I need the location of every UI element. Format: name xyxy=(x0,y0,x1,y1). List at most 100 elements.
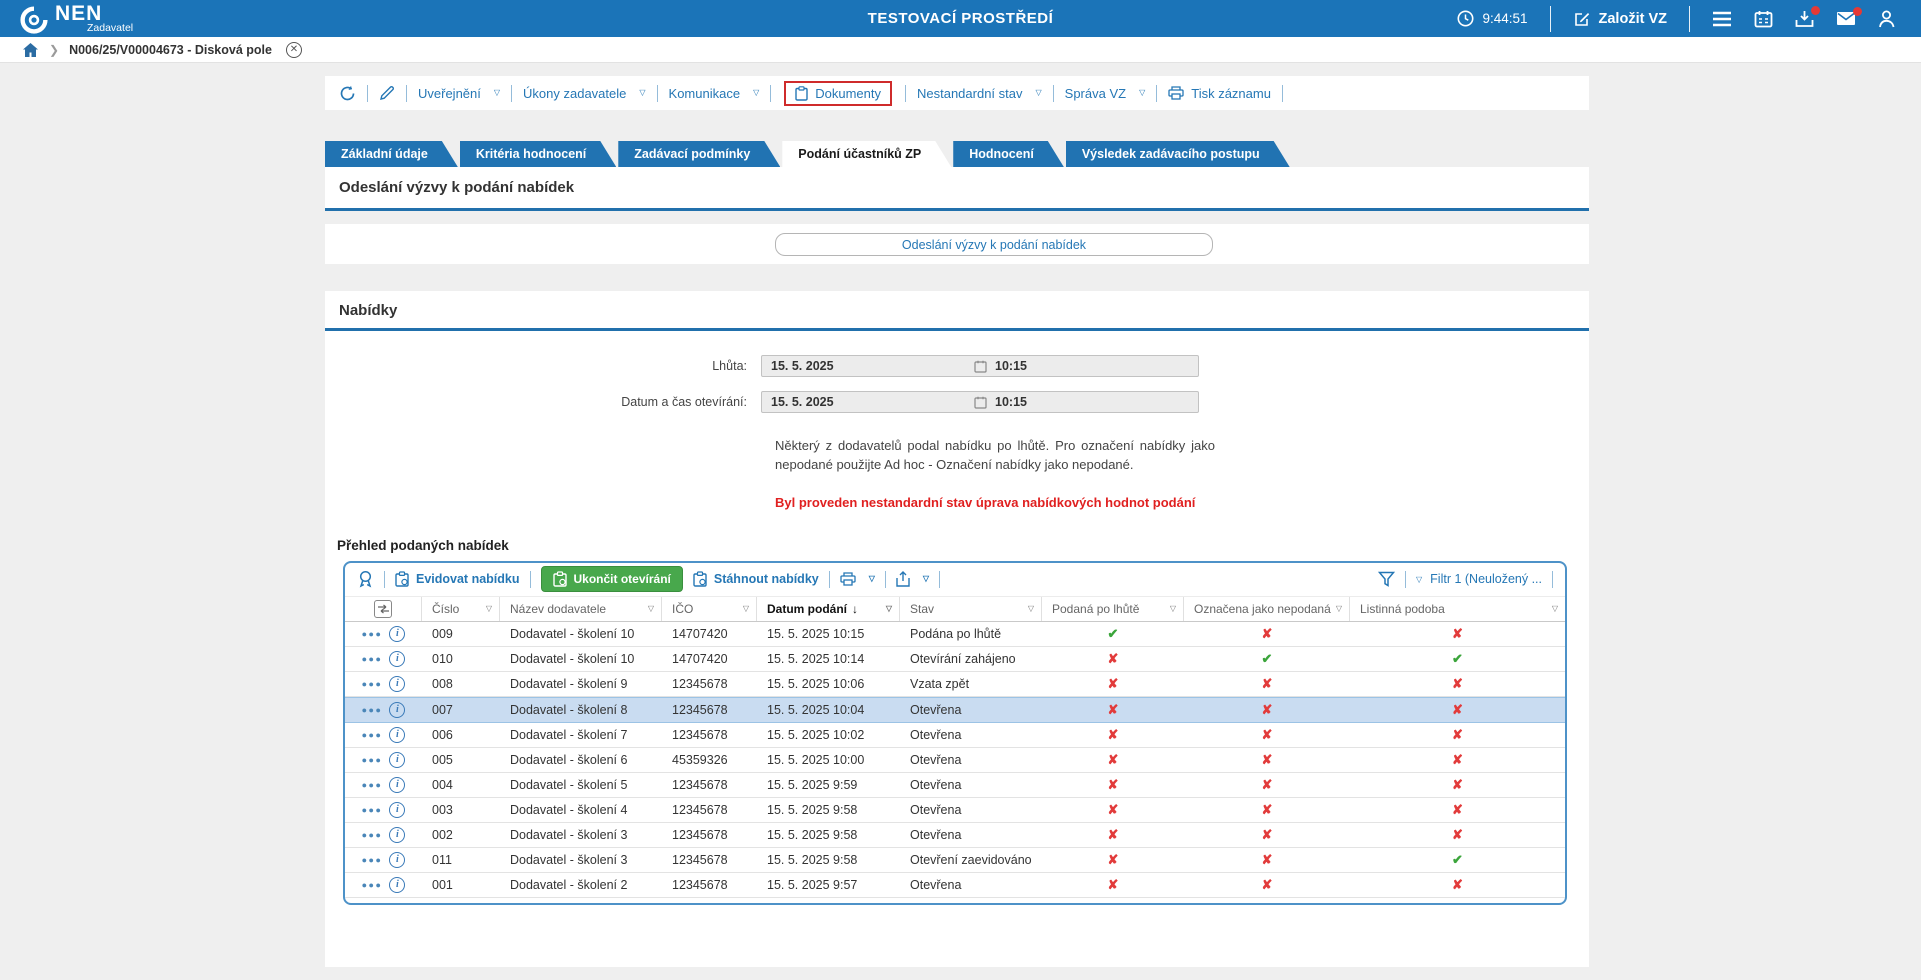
table-row[interactable]: ●●● i 011 Dodavatel - školení 3 12345678… xyxy=(345,848,1565,873)
toolbar-item-dokumenty[interactable]: Dokumenty xyxy=(784,81,892,106)
medal-icon[interactable] xyxy=(357,570,374,588)
row-menu-icon[interactable]: ●●● xyxy=(362,654,383,664)
calendar-icon[interactable] xyxy=(1754,10,1773,28)
otevirani-datetime-input[interactable]: 15. 5. 2025 10:15 xyxy=(761,391,1199,413)
info-icon[interactable]: i xyxy=(389,802,405,818)
row-actions: ●●● i xyxy=(345,827,422,843)
cell-listinna-podoba: ✘ xyxy=(1350,752,1565,768)
column-header-listinna-podoba[interactable]: Listinná podoba▽ xyxy=(1350,597,1565,621)
row-menu-icon[interactable]: ●●● xyxy=(362,780,383,790)
print-table-button[interactable] xyxy=(840,572,875,586)
column-header-stav[interactable]: Stav▽ xyxy=(900,597,1042,621)
info-icon[interactable]: i xyxy=(389,676,405,692)
filter-triangle-icon[interactable]: ▽ xyxy=(1552,604,1558,613)
create-vz-button[interactable]: Založit VZ xyxy=(1573,10,1667,28)
row-menu-icon[interactable]: ●●● xyxy=(362,805,383,815)
info-icon[interactable]: i xyxy=(389,727,405,743)
table-row[interactable]: ●●● i 010 Dodavatel - školení 10 1470742… xyxy=(345,647,1565,672)
info-icon[interactable]: i xyxy=(389,777,405,793)
filter-triangle-icon[interactable]: ▽ xyxy=(1336,604,1342,613)
column-header-podana-po-lhute[interactable]: Podaná po lhůtě▽ xyxy=(1042,597,1184,621)
cell-podana-po-lhute: ✔ xyxy=(1042,626,1184,642)
row-menu-icon[interactable]: ●●● xyxy=(362,880,383,890)
tab-hodnoceni[interactable]: Hodnocení xyxy=(953,141,1064,167)
refresh-icon[interactable] xyxy=(339,85,356,102)
ukoncit-otevirani-button[interactable]: Ukončit otevírání xyxy=(541,566,683,592)
cell-ico: 12345678 xyxy=(662,728,757,742)
close-icon[interactable]: ✕ xyxy=(286,42,302,58)
info-icon[interactable]: i xyxy=(389,626,405,642)
toolbar-item-uverejneni[interactable]: Uveřejnění xyxy=(418,86,500,101)
clipboard-plus-icon xyxy=(395,571,409,587)
table-row[interactable]: ●●● i 005 Dodavatel - školení 6 45359326… xyxy=(345,748,1565,773)
odeslani-vyzvy-button[interactable]: Odeslání výzvy k podání nabídek xyxy=(775,233,1213,256)
calendar-icon xyxy=(974,360,987,373)
cell-listinna-podoba: ✔ xyxy=(1350,852,1565,868)
row-menu-icon[interactable]: ●●● xyxy=(362,679,383,689)
row-menu-icon[interactable]: ●●● xyxy=(362,830,383,840)
evidovat-nabidku-button[interactable]: Evidovat nabídku xyxy=(395,571,520,587)
info-icon[interactable]: i xyxy=(389,852,405,868)
mail-icon[interactable] xyxy=(1836,11,1856,26)
row-menu-icon[interactable]: ●●● xyxy=(362,705,383,715)
cell-datum-podani: 15. 5. 2025 9:58 xyxy=(757,828,900,842)
column-header-ico[interactable]: IČO▽ xyxy=(662,597,757,621)
row-menu-icon[interactable]: ●●● xyxy=(362,730,383,740)
stahnout-nabidky-button[interactable]: Stáhnout nabídky xyxy=(693,571,819,587)
row-menu-icon[interactable]: ●●● xyxy=(362,855,383,865)
tab-bar: Základní údaje Kritéria hodnocení Zadáva… xyxy=(325,141,1589,167)
tab-podani-ucastniku-zp[interactable]: Podání účastníků ZP xyxy=(782,141,951,167)
filter-triangle-icon[interactable]: ▽ xyxy=(486,604,492,613)
filter-triangle-icon[interactable]: ▽ xyxy=(648,604,654,613)
filter-triangle-icon[interactable]: ▽ xyxy=(743,604,749,613)
clock-time: 9:44:51 xyxy=(1482,11,1527,26)
info-icon[interactable]: i xyxy=(389,877,405,893)
filter-funnel-icon[interactable] xyxy=(1378,571,1395,587)
tab-kriteria-hodnoceni[interactable]: Kritéria hodnocení xyxy=(460,141,616,167)
column-settings-button[interactable] xyxy=(345,597,422,621)
info-icon[interactable]: i xyxy=(389,651,405,667)
table-row[interactable]: ●●● i 001 Dodavatel - školení 2 12345678… xyxy=(345,873,1565,898)
cell-podana-po-lhute: ✘ xyxy=(1042,651,1184,667)
table-row[interactable]: ●●● i 006 Dodavatel - školení 7 12345678… xyxy=(345,723,1565,748)
filter-triangle-icon[interactable]: ▽ xyxy=(1170,604,1176,613)
table-row[interactable]: ●●● i 004 Dodavatel - školení 5 12345678… xyxy=(345,773,1565,798)
user-icon[interactable] xyxy=(1878,10,1895,28)
nen-logo[interactable]: NEN Zadavatel xyxy=(20,3,133,34)
table-row[interactable]: ●●● i 009 Dodavatel - školení 10 1470742… xyxy=(345,622,1565,647)
inbox-icon[interactable] xyxy=(1795,10,1814,28)
section-vyzva-body: Odeslání výzvy k podání nabídek xyxy=(325,224,1589,264)
info-icon[interactable]: i xyxy=(389,827,405,843)
toolbar-item-tisk-zaznamu[interactable]: Tisk záznamu xyxy=(1168,86,1271,101)
tab-zadavaci-podminky[interactable]: Zadávací podmínky xyxy=(618,141,780,167)
column-header-cislo[interactable]: Číslo▽ xyxy=(422,597,500,621)
menu-icon[interactable] xyxy=(1712,11,1732,27)
cell-nazev-dodavatele: Dodavatel - školení 9 xyxy=(500,677,662,691)
export-button[interactable] xyxy=(896,571,929,587)
column-header-oznacena-jako-nepodana[interactable]: Označena jako nepodaná▽ xyxy=(1184,597,1350,621)
cell-datum-podani: 15. 5. 2025 10:02 xyxy=(757,728,900,742)
edit-icon[interactable] xyxy=(379,85,395,101)
row-menu-icon[interactable]: ●●● xyxy=(362,755,383,765)
filter-triangle-icon[interactable]: ▽ xyxy=(886,604,892,613)
info-icon[interactable]: i xyxy=(389,752,405,768)
toolbar-separator xyxy=(367,85,368,102)
tab-vysledek-zadavaciho-postupu[interactable]: Výsledek zadávacího postupu xyxy=(1066,141,1290,167)
toolbar-item-komunikace[interactable]: Komunikace xyxy=(669,86,760,101)
toolbar-item-nestandardni-stav[interactable]: Nestandardní stav xyxy=(917,86,1042,101)
tab-zakladni-udaje[interactable]: Základní údaje xyxy=(325,141,458,167)
toolbar-item-sprava-vz[interactable]: Správa VZ xyxy=(1065,86,1146,101)
home-icon[interactable] xyxy=(22,42,39,58)
table-row[interactable]: ●●● i 008 Dodavatel - školení 9 12345678… xyxy=(345,672,1565,697)
column-header-nazev-dodavatele[interactable]: Název dodavatele▽ xyxy=(500,597,662,621)
filter-triangle-icon[interactable]: ▽ xyxy=(1028,604,1034,613)
toolbar-item-ukony-zadavatele[interactable]: Úkony zadavatele xyxy=(523,86,646,101)
filter-selector[interactable]: ▽ Filtr 1 (Neuložený ... xyxy=(1416,572,1542,586)
row-menu-icon[interactable]: ●●● xyxy=(362,629,383,639)
table-row[interactable]: ●●● i 003 Dodavatel - školení 4 12345678… xyxy=(345,798,1565,823)
lhuta-datetime-input[interactable]: 15. 5. 2025 10:15 xyxy=(761,355,1199,377)
table-row[interactable]: ●●● i 007 Dodavatel - školení 8 12345678… xyxy=(345,697,1565,723)
info-icon[interactable]: i xyxy=(389,702,405,718)
column-header-datum-podani[interactable]: Datum podání↓▽ xyxy=(757,597,900,621)
table-row[interactable]: ●●● i 002 Dodavatel - školení 3 12345678… xyxy=(345,823,1565,848)
